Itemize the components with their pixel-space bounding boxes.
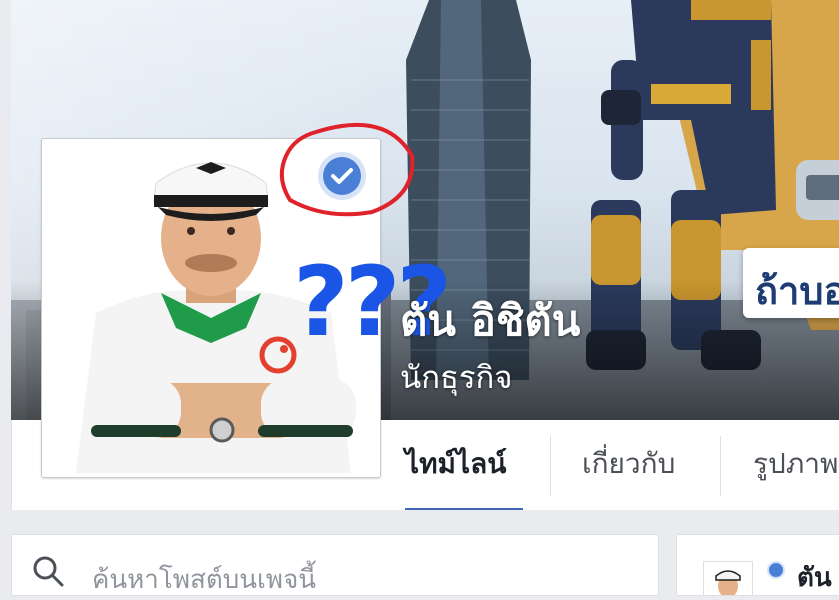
tab-divider [550, 436, 551, 496]
tab-about[interactable]: เกี่ยวกับ [582, 420, 675, 508]
page-category[interactable]: นักธุรกิจ [400, 352, 512, 402]
verified-badge [318, 152, 366, 200]
page-mini-card[interactable]: ตัน [676, 534, 839, 596]
profile-tabs: ไทม์ไลน์ เกี่ยวกับ รูปภาพ [380, 420, 839, 510]
mini-avatar [703, 561, 753, 595]
page-title[interactable]: ตัน อิชิตัน [400, 288, 580, 348]
cover-banner: ถ้าบอ [743, 248, 839, 318]
tab-photos[interactable]: รูปภาพ [753, 420, 838, 508]
facebook-page-view: ถ้าบอ ??? ตัน อิชิตัน นักธุรกิจ ไทม์ไลน์… [0, 0, 839, 596]
search-icon [33, 556, 64, 587]
tab-timeline[interactable]: ไทม์ไลน์ [405, 420, 523, 510]
mini-page-name: ตัน [797, 563, 832, 593]
mini-verified-icon [767, 561, 785, 579]
page-search-box[interactable]: ค้นหาโพสต์บนเพจนี้ [11, 534, 659, 596]
cover-banner-text: ถ้าบอ [755, 269, 839, 313]
verified-checkmark-icon [323, 157, 361, 195]
tab-divider [720, 436, 721, 496]
